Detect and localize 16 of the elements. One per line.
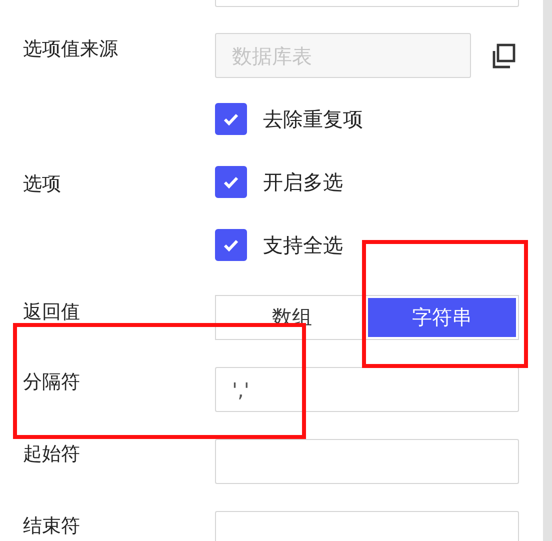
checkbox-label: 去除重复项	[263, 106, 363, 132]
field-label: 分隔符	[23, 370, 81, 395]
checkbox[interactable]	[215, 229, 247, 261]
checkbox-label: 开启多选	[263, 168, 343, 196]
field-label: 结束符	[23, 514, 81, 539]
field-label: 返回值	[23, 300, 81, 325]
input-field[interactable]	[215, 439, 519, 484]
checkbox[interactable]	[215, 166, 247, 198]
segment-option[interactable]: 字符串	[368, 298, 516, 337]
input-field[interactable]: ','	[215, 367, 519, 412]
checkbox[interactable]	[215, 103, 247, 135]
field-label: 起始符	[23, 442, 81, 467]
field-label: 选项值来源	[23, 37, 119, 62]
field-label: 选项	[23, 172, 62, 197]
scrollbar[interactable]	[543, 0, 552, 541]
checkbox-label: 支持全选	[263, 232, 343, 258]
